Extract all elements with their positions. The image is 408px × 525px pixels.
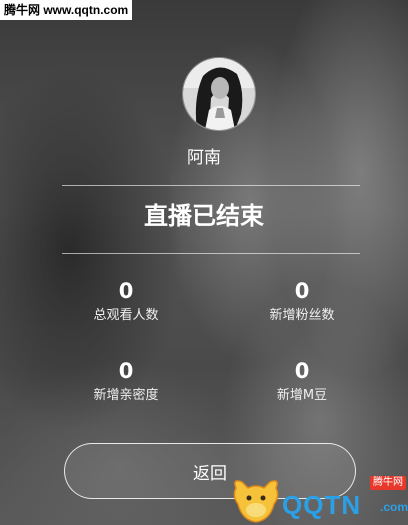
stat-label: 新增亲密度 xyxy=(93,388,159,403)
logo-suffix: .com xyxy=(379,500,408,514)
stat-label: 新增粉丝数 xyxy=(269,308,335,323)
stat-new-beans: 0 新增M豆 xyxy=(222,359,382,405)
divider-top xyxy=(62,185,360,186)
logo-text: QQTN xyxy=(282,490,362,520)
avatar[interactable] xyxy=(182,57,256,131)
site-watermark: 腾牛网 www.qqtn.com xyxy=(0,0,133,20)
qqtn-logo-watermark: 腾牛网 QQTN .com xyxy=(230,474,408,525)
stat-value: 0 xyxy=(294,359,310,383)
avatar-image xyxy=(183,58,255,130)
bull-logo-icon xyxy=(233,480,279,523)
divider-bottom xyxy=(62,253,360,254)
stat-label: 新增M豆 xyxy=(276,388,328,403)
streamer-name: 阿南 xyxy=(187,148,221,168)
stat-value: 0 xyxy=(118,279,134,303)
stat-value: 0 xyxy=(118,359,134,383)
stat-total-viewers: 0 总观看人数 xyxy=(46,279,206,325)
stat-label: 总观看人数 xyxy=(93,308,159,323)
logo-tag: 腾牛网 xyxy=(370,476,406,490)
live-ended-title: 直播已结束 xyxy=(144,202,264,230)
stat-value: 0 xyxy=(294,279,310,303)
stat-new-intimacy: 0 新增亲密度 xyxy=(46,359,206,405)
stat-new-fans: 0 新增粉丝数 xyxy=(222,279,382,325)
